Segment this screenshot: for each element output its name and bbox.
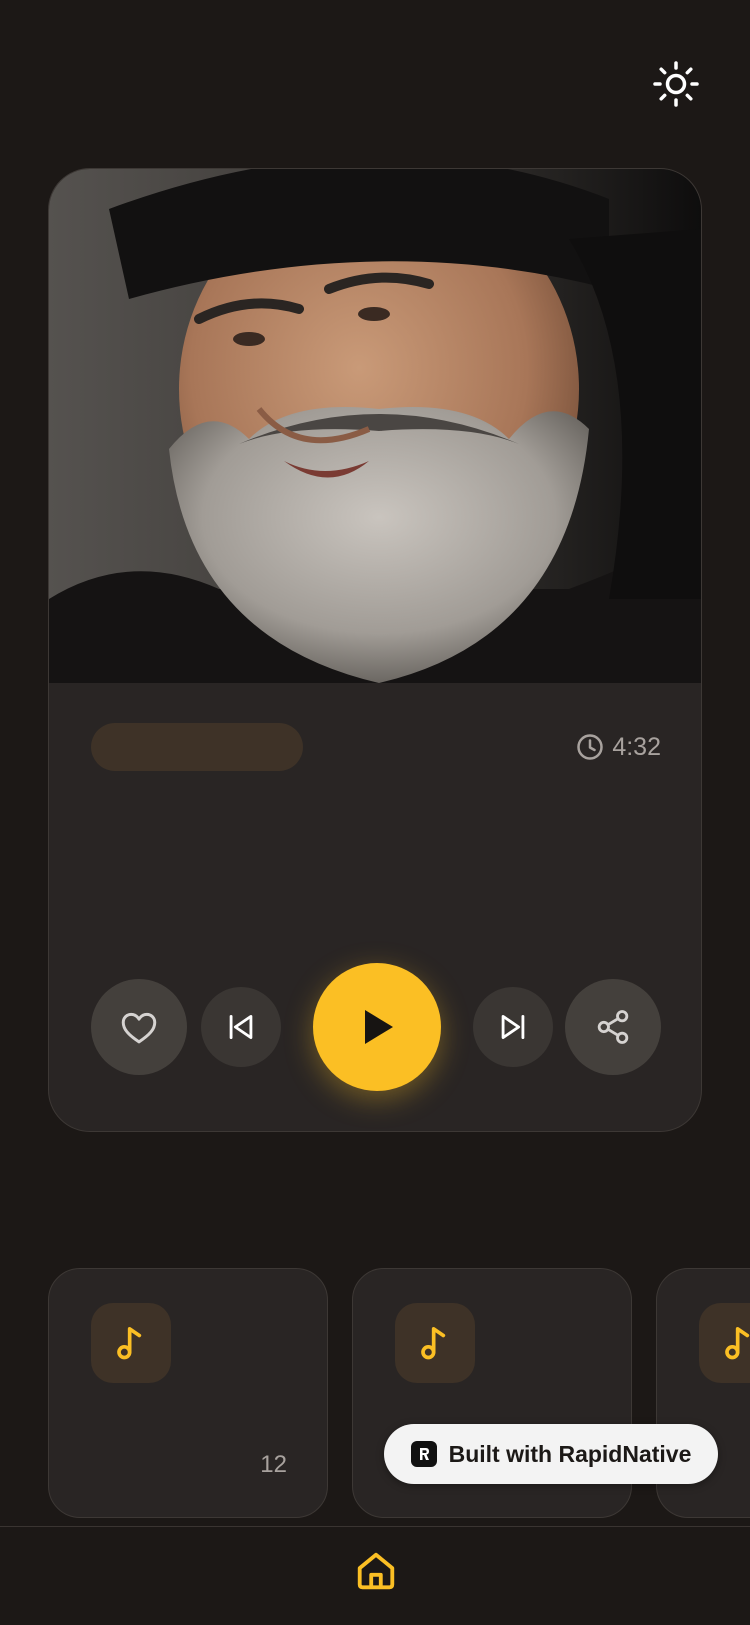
music-tile	[91, 1303, 171, 1383]
play-button[interactable]	[313, 963, 441, 1091]
music-note-icon	[725, 1327, 750, 1360]
music-tile	[395, 1303, 475, 1383]
track-title-placeholder	[91, 723, 303, 771]
duration-text: 4:32	[612, 732, 661, 761]
skip-back-icon	[229, 1014, 253, 1040]
tab-home[interactable]	[350, 1545, 402, 1597]
next-track-button[interactable]	[473, 987, 553, 1067]
favorite-button[interactable]	[91, 979, 187, 1075]
player-card: 4:32	[48, 168, 702, 1132]
play-icon	[365, 1010, 393, 1044]
clock-icon	[577, 734, 604, 760]
sun-icon	[653, 61, 699, 107]
built-with-badge[interactable]: Built with RapidNative	[384, 1424, 718, 1484]
share-button[interactable]	[565, 979, 661, 1075]
music-tile	[699, 1303, 750, 1383]
artwork-image	[49, 169, 701, 683]
album-artwork	[49, 169, 701, 683]
rapidnative-logo-icon	[410, 1441, 437, 1467]
home-icon	[357, 1552, 395, 1590]
track-count: 12	[260, 1451, 287, 1478]
music-note-icon	[421, 1327, 446, 1360]
heart-icon	[121, 1012, 157, 1044]
track-card[interactable]: 12	[48, 1268, 328, 1518]
previous-track-button[interactable]	[201, 987, 281, 1067]
bottom-tab-bar	[0, 1526, 750, 1625]
track-duration: 4:32	[576, 731, 661, 763]
skip-forward-icon	[501, 1014, 525, 1040]
badge-label: Built with RapidNative	[448, 1440, 692, 1467]
music-note-icon	[117, 1327, 142, 1360]
share-icon	[597, 1010, 629, 1044]
theme-toggle-button[interactable]	[652, 60, 700, 108]
